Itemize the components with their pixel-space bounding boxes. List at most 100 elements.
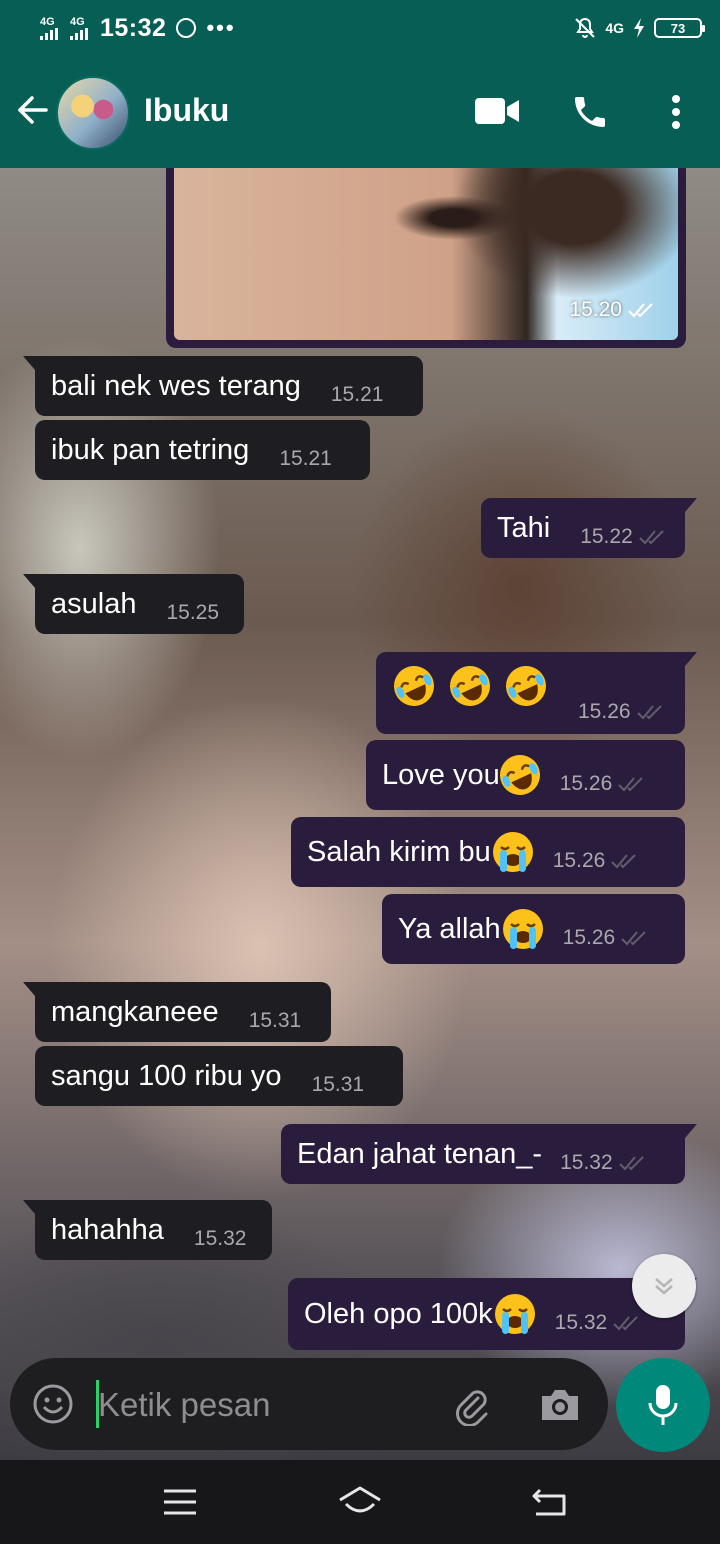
message-meta: 15.26 — [578, 682, 667, 742]
back-arrow-icon[interactable] — [14, 92, 50, 128]
back-nav-icon[interactable] — [530, 1482, 570, 1522]
message-time: 15.31 — [311, 1073, 365, 1096]
message-time: 15.21 — [279, 447, 332, 470]
recent-apps-icon[interactable] — [160, 1482, 200, 1522]
double-chevron-down-icon — [655, 1278, 673, 1295]
chat-header: Ibuku — [0, 56, 720, 168]
mute-bell-icon — [575, 17, 596, 38]
more-notifications-icon: ••• — [206, 15, 236, 40]
message-time: 15.20 — [569, 298, 622, 321]
message-text: ibuk pan tetring — [51, 434, 250, 466]
camera-icon[interactable] — [538, 1386, 582, 1424]
message-text: bali nek wes terang — [51, 370, 301, 402]
system-navigation-bar — [0, 1460, 720, 1544]
message-text: Salah kirim bu — [307, 836, 491, 868]
network-type-1: 4G — [40, 15, 55, 28]
network-type-right: 4G — [605, 20, 624, 36]
rolling-laughing-emoji-icon — [450, 666, 490, 706]
message-emoji-row — [392, 664, 548, 708]
message-time: 15.32 — [193, 1227, 247, 1250]
mic-icon — [648, 1385, 678, 1425]
outgoing-message[interactable]: Ya allah 15.26 — [382, 894, 685, 964]
delivered-ticks-icon — [618, 777, 643, 792]
signal-bars-icon — [70, 27, 88, 40]
scroll-to-bottom-button[interactable] — [632, 1254, 696, 1318]
outgoing-message[interactable]: Oleh opo 100k 15.32 — [288, 1278, 697, 1353]
message-meta: 15.32 — [560, 1133, 649, 1193]
delivered-ticks-icon — [621, 931, 646, 946]
message-text: asulah — [51, 588, 137, 620]
message-meta: 15.26 — [553, 831, 642, 891]
message-meta: 15.26 — [563, 908, 652, 968]
message-meta: 15.31 — [312, 1055, 365, 1115]
rolling-laughing-emoji-icon — [506, 666, 546, 706]
incoming-message[interactable]: sangu 100 ribu yo 15.31 — [35, 1046, 403, 1106]
message-meta: 15.21 — [279, 429, 332, 489]
delivered-ticks-icon — [618, 1156, 644, 1171]
message-composer — [10, 1358, 608, 1450]
message-time: 15.25 — [166, 601, 220, 624]
message-meta: 15.31 — [249, 991, 302, 1051]
home-icon[interactable] — [336, 1482, 384, 1522]
status-time: 15:32 — [100, 13, 167, 42]
rolling-laughing-emoji-icon — [499, 755, 540, 795]
message-text: Tahi — [497, 512, 551, 544]
attach-icon[interactable] — [450, 1384, 492, 1426]
video-call-icon[interactable] — [474, 96, 520, 126]
outgoing-message[interactable]: Salah kirim bu 15.26 — [291, 817, 685, 887]
message-time: 15.22 — [580, 525, 633, 548]
chat-wallpaper[interactable]: 15.20 bali nek wes terang 15.21 ibuk pan… — [0, 168, 720, 1460]
loudly-crying-emoji-icon — [494, 1294, 535, 1334]
signal-indicator-1: 4G — [40, 15, 58, 40]
text-caret — [96, 1380, 99, 1428]
incoming-message[interactable]: ibuk pan tetring 15.21 — [35, 420, 370, 480]
delivered-ticks-icon — [613, 1316, 638, 1331]
message-time: 15.26 — [559, 772, 613, 795]
message-meta: 15.25 — [166, 583, 219, 643]
network-type-2: 4G — [70, 15, 85, 28]
message-meta: 15.21 — [331, 365, 384, 425]
message-input[interactable] — [96, 1376, 430, 1434]
whatsapp-notification-icon — [176, 18, 197, 38]
delivered-ticks-icon — [639, 530, 664, 545]
overflow-menu-icon[interactable] — [668, 94, 684, 130]
status-bar: 4G 4G 15:32 ••• 4G 73 — [0, 0, 720, 56]
signal-bars-icon — [40, 27, 58, 40]
message-time: 15.31 — [248, 1009, 302, 1032]
image-message-photo[interactable]: 15.20 — [174, 168, 678, 340]
message-meta: 15.26 — [560, 754, 649, 814]
contact-avatar[interactable] — [56, 76, 130, 150]
loudly-crying-emoji-icon — [492, 832, 533, 872]
message-meta: 15.20 — [569, 298, 658, 322]
status-right-group: 4G 73 — [573, 16, 705, 40]
incoming-message[interactable]: hahahha 15.32 — [23, 1200, 272, 1260]
outgoing-message[interactable]: Love you 15.26 — [366, 740, 685, 810]
message-time: 15.21 — [330, 383, 384, 406]
phone-call-icon[interactable] — [570, 92, 610, 132]
image-message[interactable]: 15.20 — [166, 168, 686, 348]
contact-name[interactable]: Ibuku — [144, 92, 229, 129]
message-time: 15.26 — [578, 700, 631, 723]
message-text: hahahha — [51, 1214, 164, 1246]
message-time: 15.26 — [552, 849, 606, 872]
delivered-ticks-icon — [636, 705, 662, 720]
message-meta: 15.32 — [555, 1293, 644, 1353]
message-time: 15.32 — [554, 1311, 608, 1334]
outgoing-message[interactable]: 15.26 — [376, 652, 697, 734]
message-text: mangkaneee — [51, 996, 219, 1028]
incoming-message[interactable]: asulah 15.25 — [23, 574, 244, 634]
incoming-message[interactable]: bali nek wes terang 15.21 — [23, 356, 423, 416]
message-text: sangu 100 ribu yo — [51, 1060, 282, 1092]
outgoing-message[interactable]: Tahi 15.22 — [481, 498, 697, 558]
incoming-message[interactable]: mangkaneee 15.31 — [23, 982, 331, 1042]
outgoing-message[interactable]: Edan jahat tenan_- 15.32 — [281, 1124, 697, 1184]
message-meta: 15.22 — [580, 507, 669, 567]
loudly-crying-emoji-icon — [502, 909, 543, 949]
voice-record-button[interactable] — [616, 1358, 710, 1452]
message-time: 15.26 — [562, 926, 616, 949]
emoji-icon[interactable] — [32, 1383, 74, 1425]
message-text: Edan jahat tenan_- — [297, 1138, 543, 1170]
read-ticks-icon — [628, 303, 653, 318]
signal-indicator-2: 4G — [70, 15, 88, 40]
message-text: Ya allah — [398, 913, 501, 945]
